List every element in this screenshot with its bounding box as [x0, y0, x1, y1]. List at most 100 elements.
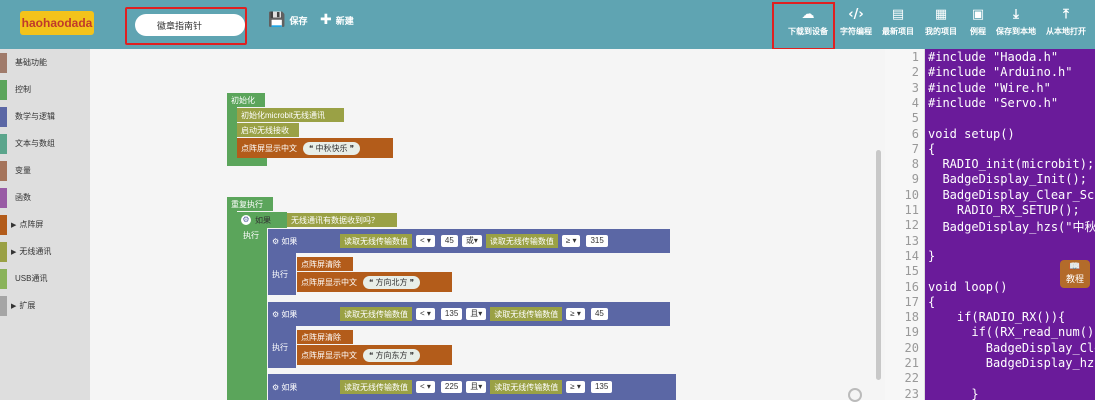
text-value[interactable]: ❝ 方向北方 ❞: [363, 275, 421, 289]
category-item[interactable]: 控制: [0, 76, 90, 103]
if-block-north[interactable]: ⚙ 如果: [268, 229, 314, 253]
init-block-footer: [227, 158, 267, 166]
download-button[interactable]: ☁ 下载到设备: [788, 8, 828, 37]
category-item[interactable]: 变量: [0, 157, 90, 184]
clipboard-icon: ▤: [891, 7, 905, 22]
book-icon: ▣: [971, 7, 985, 22]
category-item[interactable]: ▶ 无线通讯: [0, 238, 90, 265]
category-color-bar: [0, 268, 7, 289]
code-line[interactable]: BadgeDisplay_Init();: [928, 172, 1087, 186]
line-number: 17: [904, 294, 919, 309]
char-code-button[interactable]: ‹/› 字符编程: [840, 8, 872, 37]
op-and[interactable]: 且▾: [466, 381, 487, 393]
block-workspace[interactable]: [90, 49, 885, 400]
gear-icon[interactable]: ⚙: [241, 215, 251, 225]
line-number: 18: [904, 310, 919, 325]
op-lt[interactable]: < ▾: [416, 308, 435, 320]
gear-icon[interactable]: ⚙: [272, 237, 279, 246]
recent-projects-button[interactable]: ▤ 最新项目: [882, 8, 914, 37]
show-text-block[interactable]: 点阵屏显示中文 ❝ 中秋快乐 ❞: [237, 138, 393, 158]
category-label: 基础功能: [15, 58, 47, 67]
if-block-east[interactable]: ⚙ 如果: [268, 302, 314, 326]
code-line[interactable]: #include "Arduino.h": [928, 65, 1073, 79]
code-line[interactable]: BadgeDisplay_Clear_Scr: [928, 188, 1095, 202]
op-lt[interactable]: < ▾: [416, 381, 435, 393]
category-color-bar: [0, 160, 7, 181]
clear-block[interactable]: 点阵屏清除: [297, 330, 353, 344]
loop-block[interactable]: 重复执行: [227, 197, 273, 211]
gear-icon[interactable]: ⚙: [272, 383, 279, 392]
if-block-south[interactable]: ⚙ 如果: [268, 374, 314, 400]
category-item[interactable]: 基础功能: [0, 49, 90, 76]
code-line[interactable]: }: [928, 387, 978, 401]
op-gte[interactable]: ≥ ▾: [566, 308, 585, 320]
code-line[interactable]: void setup(): [928, 127, 1015, 141]
init-block[interactable]: 初始化: [227, 93, 265, 107]
then-section: 执行: [268, 326, 296, 368]
workspace-scrollbar[interactable]: [876, 150, 881, 380]
save-button[interactable]: 💾 保存: [268, 12, 307, 28]
condition-south[interactable]: 读取无线传输数值 < ▾ 225 且▾ 读取无线传输数值 ≥ ▾ 135: [314, 374, 676, 400]
cloud-download-icon: ☁: [801, 7, 815, 22]
category-item[interactable]: 文本与数组: [0, 130, 90, 157]
code-line[interactable]: BadgeDisplay_hzs("中秋: [928, 218, 1095, 235]
op-lt[interactable]: < ▾: [416, 235, 435, 247]
gear-icon[interactable]: ⚙: [272, 310, 279, 319]
category-item[interactable]: ▶ 点阵屏: [0, 211, 90, 238]
new-file-icon: ✚: [320, 12, 332, 28]
category-item[interactable]: 函数: [0, 184, 90, 211]
app-logo[interactable]: haohaodada: [20, 11, 94, 35]
category-item[interactable]: ▶ 扩展: [0, 292, 90, 319]
code-line[interactable]: #include "Servo.h": [928, 96, 1058, 110]
code-line[interactable]: }: [928, 249, 935, 263]
show-text-block[interactable]: 点阵屏显示中文 ❝ 方向东方 ❞: [297, 345, 452, 365]
new-button[interactable]: ✚ 新建: [320, 12, 354, 28]
expand-arrow-icon: ▶: [11, 302, 17, 310]
code-line[interactable]: #include "Wire.h": [928, 81, 1051, 95]
code-line[interactable]: RADIO_init(microbit);: [928, 157, 1094, 171]
code-line[interactable]: if(RADIO_RX()){: [928, 310, 1065, 324]
category-color-bar: [0, 241, 7, 262]
category-label: 扩展: [19, 301, 36, 310]
clear-block[interactable]: 点阵屏清除: [297, 257, 353, 271]
project-name-input[interactable]: [135, 14, 245, 36]
code-line[interactable]: RADIO_RX_SETUP();: [928, 203, 1080, 217]
code-line[interactable]: BadgeDisplay_hzs: [928, 356, 1095, 370]
line-number: 22: [904, 371, 919, 386]
text-value[interactable]: ❝ 方向东方 ❞: [363, 348, 421, 362]
category-item[interactable]: USB通讯: [0, 265, 90, 292]
op-gte[interactable]: ≥ ▾: [561, 235, 581, 247]
category-color-bar: [0, 133, 7, 154]
open-local-button[interactable]: ⤒ 从本地打开: [1046, 8, 1086, 37]
code-line[interactable]: if((RX_read_num(): [928, 325, 1094, 339]
show-text-block[interactable]: 点阵屏显示中文 ❝ 方向北方 ❞: [297, 272, 452, 292]
category-label: 数学与逻辑: [15, 112, 55, 121]
code-line[interactable]: {: [928, 142, 935, 156]
save-local-button[interactable]: ⤓ 保存到本地: [996, 8, 1036, 37]
examples-button[interactable]: ▣ 例程: [970, 8, 986, 37]
category-label: 变量: [15, 166, 31, 175]
op-and[interactable]: 且▾: [466, 308, 487, 320]
category-item[interactable]: 数学与逻辑: [0, 103, 90, 130]
line-number: 21: [904, 356, 919, 370]
op-or[interactable]: 或▾: [461, 235, 482, 247]
code-line[interactable]: BadgeDisplay_Cle: [928, 341, 1095, 355]
loop-block-body: [227, 211, 237, 400]
has-data-block[interactable]: 无线通讯有数据收到吗？: [287, 213, 397, 227]
condition-north[interactable]: 读取无线传输数值 < ▾ 45 或▾ 读取无线传输数值 ≥ ▾ 315: [314, 229, 670, 253]
text-value[interactable]: ❝ 中秋快乐 ❞: [303, 141, 361, 155]
my-projects-button[interactable]: ▦ 我的项目: [925, 8, 957, 37]
category-color-bar: [0, 52, 7, 73]
tutorial-button[interactable]: 📖 教程: [1060, 260, 1090, 288]
then-section: 执行: [268, 253, 296, 295]
code-line[interactable]: #include "Haoda.h": [928, 50, 1058, 64]
line-number: 16: [904, 279, 919, 294]
code-line[interactable]: {: [928, 295, 935, 309]
category-label: USB通讯: [15, 274, 48, 283]
if-block[interactable]: ⚙ 如果: [237, 212, 287, 228]
radio-init-block[interactable]: 初始化microbit无线通讯: [237, 108, 344, 122]
code-line[interactable]: void loop(): [928, 280, 1007, 294]
condition-east[interactable]: 读取无线传输数值 < ▾ 135 且▾ 读取无线传输数值 ≥ ▾ 45: [314, 302, 670, 326]
op-gte[interactable]: ≥ ▾: [566, 381, 585, 393]
start-rx-block[interactable]: 启动无线接收: [237, 123, 299, 137]
